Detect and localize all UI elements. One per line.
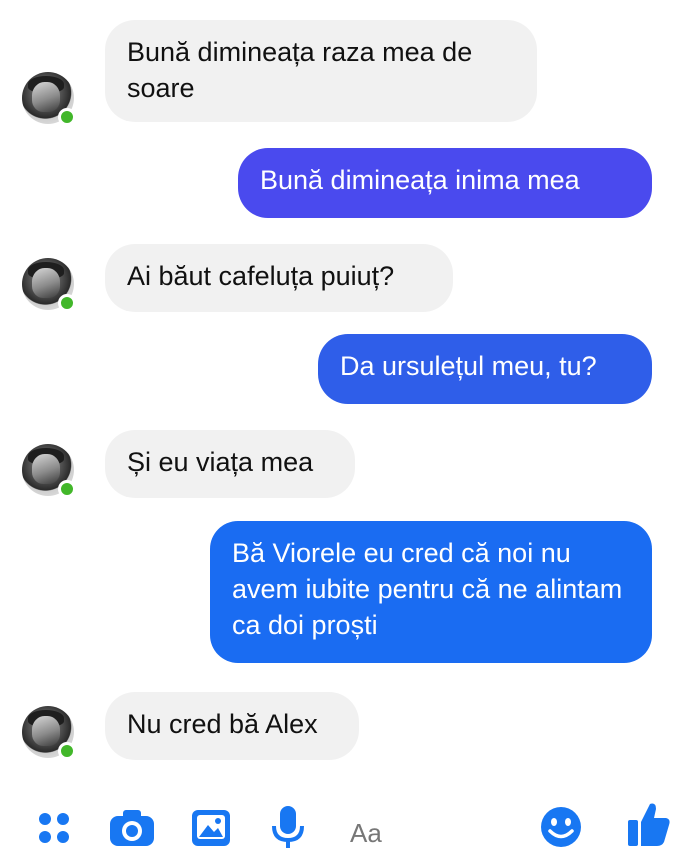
- contact-avatar[interactable]: [22, 444, 76, 498]
- online-status-icon: [58, 480, 76, 498]
- emoji-icon[interactable]: [540, 806, 582, 848]
- avatar-face: [32, 82, 60, 112]
- avatar-face: [32, 454, 60, 484]
- online-status-icon: [58, 294, 76, 312]
- outgoing-message-bubble[interactable]: Da ursulețul meu, tu?: [318, 334, 652, 404]
- contact-avatar[interactable]: [22, 706, 76, 760]
- outgoing-message-bubble[interactable]: Bună dimineața inima mea: [238, 148, 652, 218]
- camera-icon[interactable]: [108, 808, 156, 848]
- incoming-message-bubble[interactable]: Ai băut cafeluța puiuț?: [105, 244, 453, 312]
- avatar-face: [32, 268, 60, 298]
- outgoing-message-bubble[interactable]: Bă Viorele eu cred că noi nu avem iubite…: [210, 521, 652, 663]
- incoming-message-bubble[interactable]: Bună dimineața raza mea de soare: [105, 20, 537, 122]
- avatar-face: [32, 716, 60, 746]
- online-status-icon: [58, 108, 76, 126]
- message-input[interactable]: Aa: [350, 818, 382, 849]
- grid-icon[interactable]: [36, 810, 72, 846]
- online-status-icon: [58, 742, 76, 760]
- contact-avatar[interactable]: [22, 72, 76, 126]
- incoming-message-bubble[interactable]: Și eu viața mea: [105, 430, 355, 498]
- incoming-message-bubble[interactable]: Nu cred bă Alex: [105, 692, 359, 760]
- image-icon[interactable]: [190, 808, 232, 848]
- microphone-icon[interactable]: [270, 804, 306, 850]
- thumbs-up-icon[interactable]: [626, 800, 672, 848]
- contact-avatar[interactable]: [22, 258, 76, 312]
